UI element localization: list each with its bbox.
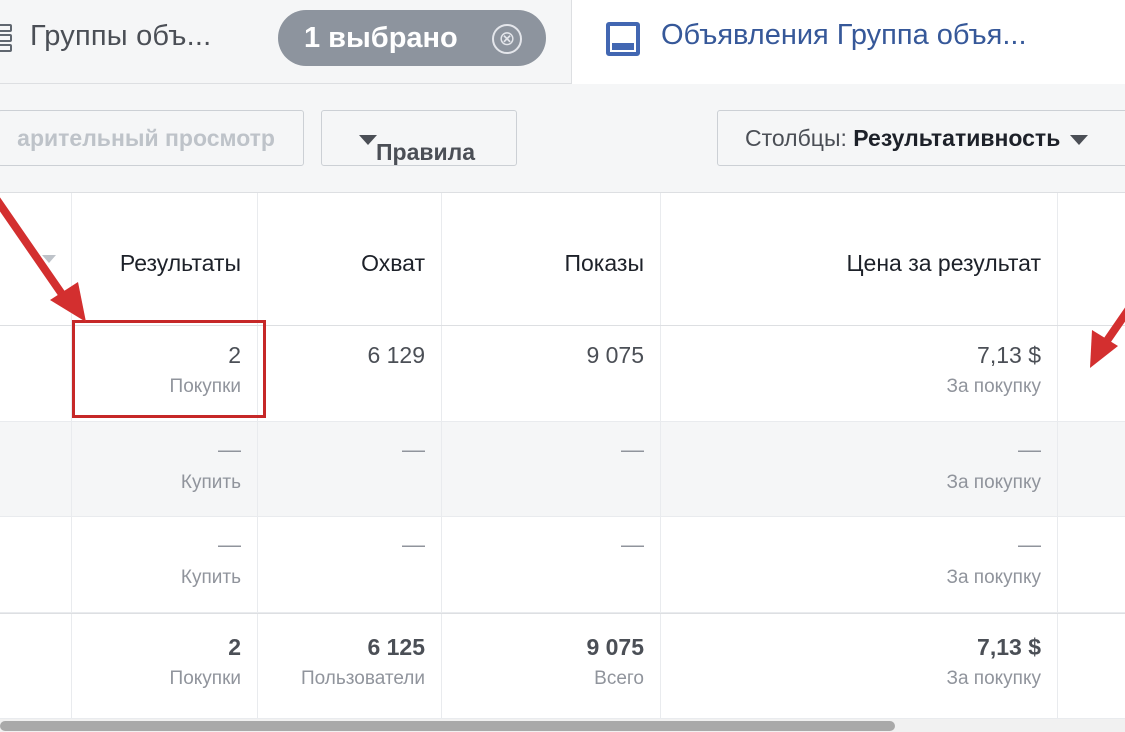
scrollbar-thumb[interactable] xyxy=(0,721,895,731)
header-label: Охват xyxy=(361,250,425,276)
impressions-value: — xyxy=(621,531,644,557)
results-total-cell: 2 Покупки xyxy=(72,614,258,718)
results-table: Результаты Охват Показы Цена за результа… xyxy=(0,192,1125,719)
header-cost-per-result[interactable]: Цена за результат xyxy=(661,193,1058,325)
reach-total-cell: 6 125 Пользователи xyxy=(258,614,442,718)
header-impressions[interactable]: Показы xyxy=(442,193,661,325)
tab-adsets[interactable]: Группы объ... 1 выбрано ⊗ xyxy=(0,0,572,84)
reach-cell: 6 129 xyxy=(258,326,442,421)
reach-total-value: 6 125 xyxy=(367,634,425,660)
columns-prefix: Столбцы: xyxy=(745,125,847,151)
grid-icon xyxy=(0,24,14,54)
table-cell xyxy=(0,517,72,612)
preview-button-label: арительный просмотр xyxy=(17,125,275,151)
cost-cell: 7,13 $ За покупку xyxy=(661,326,1058,421)
columns-button-label: Столбцы: Результативность xyxy=(745,125,1089,152)
cost-total-cell: 7,13 $ За покупку xyxy=(661,614,1058,718)
results-sublabel: Купить xyxy=(180,472,241,493)
preview-button[interactable]: арительный просмотр xyxy=(0,110,304,166)
impressions-total-sublabel: Всего xyxy=(594,668,644,689)
rules-label-text: Правила xyxy=(376,139,476,165)
reach-value: 6 129 xyxy=(367,342,425,368)
tab-adsets-label: Группы объ... xyxy=(30,20,212,52)
impressions-value: 9 075 xyxy=(586,342,644,368)
header-cell xyxy=(0,193,72,325)
highlight-box xyxy=(72,320,266,418)
table-cell xyxy=(1058,326,1125,421)
cost-value: — xyxy=(1018,531,1041,557)
table-cell xyxy=(1058,517,1125,612)
cost-value: 7,13 $ xyxy=(977,342,1041,368)
tab-bar: Группы объ... 1 выбрано ⊗ Объявления Гру… xyxy=(0,0,1125,84)
table-cell xyxy=(1058,422,1125,516)
results-cell: — Купить xyxy=(72,422,258,516)
reach-cell: — xyxy=(258,517,442,612)
cost-sublabel: За покупку xyxy=(946,472,1041,493)
cost-cell: — За покупку xyxy=(661,422,1058,516)
table-header: Результаты Охват Показы Цена за результа… xyxy=(0,193,1125,326)
caret-down-icon xyxy=(359,134,377,145)
table-cell xyxy=(1058,614,1125,718)
caret-down-icon xyxy=(1070,134,1089,145)
header-label: Результаты xyxy=(119,250,241,276)
results-total-value: 2 xyxy=(228,634,241,660)
rules-button[interactable]: Правила xyxy=(321,110,517,166)
results-sublabel: Купить xyxy=(180,567,241,588)
header-reach[interactable]: Охват xyxy=(258,193,442,325)
selection-chip-label: 1 выбрано xyxy=(304,22,458,54)
table-row[interactable]: — Купить — — — За покупку xyxy=(0,517,1125,613)
reach-value: — xyxy=(402,531,425,557)
horizontal-scrollbar[interactable] xyxy=(0,719,1125,732)
header-label: Показы xyxy=(564,250,644,276)
table-cell xyxy=(0,326,72,421)
cost-value: — xyxy=(1018,436,1041,462)
toolbar: арительный просмотр Правила Столбцы: Рез… xyxy=(0,84,1125,192)
reach-total-sublabel: Пользователи xyxy=(300,668,425,689)
cost-total-value: 7,13 $ xyxy=(977,634,1041,660)
cost-cell: — За покупку xyxy=(661,517,1058,612)
results-value: — xyxy=(218,436,241,462)
clear-selection-icon[interactable]: ⊗ xyxy=(492,24,522,54)
impressions-cell: 9 075 xyxy=(442,326,661,421)
selection-chip[interactable]: 1 выбрано ⊗ xyxy=(278,10,546,66)
results-total-sublabel: Покупки xyxy=(169,668,241,689)
header-results[interactable]: Результаты xyxy=(72,193,258,325)
rules-button-label: Правила xyxy=(349,125,475,165)
reach-cell: — xyxy=(258,422,442,516)
impressions-value: — xyxy=(621,436,644,462)
impressions-cell: — xyxy=(442,517,661,612)
impressions-total-value: 9 075 xyxy=(586,634,644,660)
cost-sublabel: За покупку xyxy=(946,567,1041,588)
ad-icon xyxy=(606,22,640,56)
header-label: Цена за результат xyxy=(846,250,1041,276)
tab-ads-label: Объявления Группа объя... xyxy=(661,19,1027,51)
results-cell: — Купить xyxy=(72,517,258,612)
impressions-total-cell: 9 075 Всего xyxy=(442,614,661,718)
cost-sublabel: За покупку xyxy=(946,376,1041,397)
reach-value: — xyxy=(402,436,425,462)
tab-ads[interactable]: Объявления Группа объя... xyxy=(573,0,1125,84)
totals-row: 2 Покупки 6 125 Пользователи 9 075 Всего 7,… xyxy=(0,613,1125,719)
impressions-cell: — xyxy=(442,422,661,516)
table-cell xyxy=(0,422,72,516)
table-row[interactable]: — Купить — — — За покупку xyxy=(0,422,1125,517)
columns-button[interactable]: Столбцы: Результативность xyxy=(717,110,1125,166)
results-value: — xyxy=(218,531,241,557)
cost-total-sublabel: За покупку xyxy=(946,668,1041,689)
sort-icon[interactable] xyxy=(42,255,56,263)
columns-value: Результативность xyxy=(853,125,1061,151)
header-cell xyxy=(1058,193,1125,325)
table-cell xyxy=(0,614,72,718)
